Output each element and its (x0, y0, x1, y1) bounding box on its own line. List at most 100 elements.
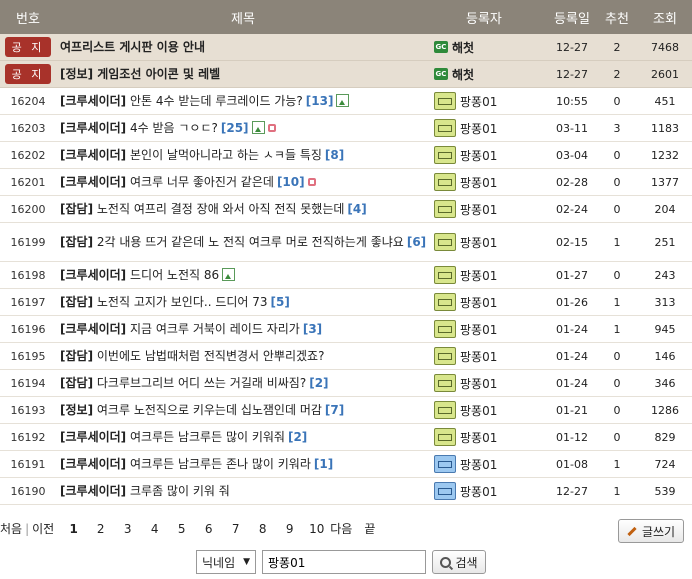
post-title-cell[interactable]: [크루세이더] 여크루든 남크루든 존나 많이 키워라 [1] (56, 456, 430, 472)
post-title[interactable]: 4수 받음 ㄱㅇㄷ? (130, 121, 218, 135)
author-name[interactable]: 팡퐁01 (460, 174, 497, 191)
comment-count[interactable]: [3] (303, 322, 322, 336)
post-title-cell[interactable]: [잡담] 2각 내용 뜨거 같은데 노 전직 여크루 머로 전직하는게 좋냐요[… (56, 234, 430, 250)
post-title-cell[interactable]: [크루세이더] 안톤 4수 받는데 루크레이드 가능? [13] (56, 93, 430, 109)
image-attached-icon (222, 268, 236, 281)
author-name[interactable]: 팡퐁01 (460, 93, 497, 110)
comment-count[interactable]: [7] (325, 403, 344, 417)
col-date: 등록일 (554, 11, 590, 27)
post-title[interactable]: 안톤 4수 받는데 루크레이드 가능? (130, 94, 303, 108)
author-name[interactable]: 팡퐁01 (460, 120, 497, 137)
post-date: 03-04 (556, 148, 588, 162)
author-name[interactable]: 팡퐁01 (460, 429, 497, 446)
table-row: 16196 [크루세이더] 지금 여크루 거북이 레이드 자리가 [3] 팡퐁01 01… (0, 316, 692, 343)
comment-count[interactable]: [2] (309, 376, 328, 390)
page-first[interactable]: 처음 (0, 520, 22, 537)
notice-title[interactable]: [정보] 게임조선 아이콘 및 레벨 (56, 66, 430, 82)
post-title-cell[interactable]: [크루세이더] 여크루든 남크루든 많이 키워줘 [2] (56, 429, 430, 445)
post-number: 16199 (10, 235, 46, 249)
post-title-cell[interactable]: [크루세이더] 크루좀 많이 키워 줘 (56, 483, 430, 499)
view-count: 829 (654, 430, 676, 444)
post-title[interactable]: 이번에도 남법때처럼 전직변경서 안뿌리겠죠? (97, 349, 325, 363)
page-number[interactable]: 7 (222, 522, 249, 536)
page-number[interactable]: 3 (114, 522, 141, 536)
page-prev[interactable]: 이전 (32, 520, 54, 537)
col-author: 등록자 (466, 11, 502, 27)
page-next[interactable]: 다음 (330, 520, 352, 537)
author-name[interactable]: 팡퐁01 (460, 483, 497, 500)
post-title-cell[interactable]: [잡담] 노전직 여프리 결정 장애 와서 아직 전직 못했는데 [4] (56, 201, 430, 217)
author-name[interactable]: 팡퐁01 (460, 402, 497, 419)
author-name[interactable]: 팡퐁01 (460, 456, 497, 473)
comment-count[interactable]: [5] (271, 295, 290, 309)
post-title[interactable]: 노전직 고지가 보인다.. 드디어 73 (97, 295, 268, 309)
post-date: 01-24 (556, 322, 588, 336)
post-title[interactable]: 2각 내용 뜨거 같은데 노 전직 여크루 머로 전직하는게 좋냐요 (97, 235, 404, 249)
post-title-cell[interactable]: [정보] 여크루 노전직으로 키우는데 십노잼인데 머감 [7] (56, 402, 430, 418)
author-name[interactable]: 팡퐁01 (460, 375, 497, 392)
post-title[interactable]: 지금 여크루 거북이 레이드 자리가 (130, 322, 300, 336)
write-button[interactable]: 글쓰기 (618, 519, 684, 543)
post-title-cell[interactable]: [크루세이더] 본인이 날먹아니라고 하는 ㅅㅋ들 특징 [8] (56, 147, 430, 163)
post-title[interactable]: 노전직 여프리 결정 장애 와서 아직 전직 못했는데 (97, 202, 345, 216)
recommend-count: 2 (613, 40, 621, 54)
search-type-select[interactable]: 닉네임 ▼ (196, 550, 256, 574)
author-name[interactable]: 팡퐁01 (460, 348, 497, 365)
comment-count[interactable]: [2] (288, 430, 307, 444)
search-bar: 닉네임 ▼ 검색 (196, 550, 486, 574)
author-name[interactable]: 팡퐁01 (460, 201, 497, 218)
post-title-cell[interactable]: [크루세이더] 4수 받음 ㄱㅇㄷ? [25] (56, 120, 430, 136)
recommend-count: 0 (613, 403, 621, 417)
table-row: 16190 [크루세이더] 크루좀 많이 키워 줘 팡퐁01 12-27 1 539 (0, 478, 692, 505)
post-title-cell[interactable]: [크루세이더] 지금 여크루 거북이 레이드 자리가 [3] (56, 321, 430, 337)
view-count: 539 (654, 484, 676, 498)
comment-count[interactable]: [4] (347, 202, 366, 216)
notice-title[interactable]: 여프리스트 게시판 이용 안내 (56, 39, 430, 55)
post-title[interactable]: 여크루든 남크루든 존나 많이 키워라 (130, 457, 311, 471)
post-title-cell[interactable]: [크루세이더] 드디어 노전직 86 (56, 267, 430, 283)
page-number[interactable]: 4 (141, 522, 168, 536)
post-title[interactable]: 크루좀 많이 키워 줘 (130, 484, 230, 498)
post-title-cell[interactable]: [잡담] 다크루브그리브 어디 쓰는 거길래 비싸짐? [2] (56, 375, 430, 391)
post-title[interactable]: 본인이 날먹아니라고 하는 ㅅㅋ들 특징 (130, 148, 322, 162)
page-number[interactable]: 9 (276, 522, 303, 536)
search-input[interactable] (262, 550, 426, 574)
page-number[interactable]: 2 (87, 522, 114, 536)
author-name[interactable]: 팡퐁01 (460, 294, 497, 311)
author-name[interactable]: 팡퐁01 (460, 321, 497, 338)
post-title[interactable]: 드디어 노전직 86 (130, 268, 219, 282)
post-title-cell[interactable]: [크루세이더] 여크루 너무 좋아진거 같은데 [10] (56, 174, 430, 190)
author-cell: 팡퐁01 (430, 200, 548, 218)
post-category: [크루세이더] (60, 94, 127, 108)
author-name[interactable]: 해첫 (452, 66, 474, 83)
view-count: 451 (654, 94, 676, 108)
search-button[interactable]: 검색 (432, 550, 486, 574)
comment-count[interactable]: [8] (325, 148, 344, 162)
post-category: [잡담] (60, 202, 94, 216)
author-name[interactable]: 팡퐁01 (460, 147, 497, 164)
comment-count[interactable]: [13] (306, 94, 334, 108)
post-title-cell[interactable]: [잡담] 이번에도 남법때처럼 전직변경서 안뿌리겠죠? (56, 348, 430, 364)
comment-count[interactable]: [10] (277, 175, 305, 189)
comment-count[interactable]: [25] (221, 121, 249, 135)
page-number[interactable]: 6 (195, 522, 222, 536)
post-number: 16201 (10, 175, 46, 189)
page-last[interactable]: 끝 (364, 520, 375, 537)
post-title[interactable]: 여크루 노전직으로 키우는데 십노잼인데 머감 (97, 403, 322, 417)
page-number[interactable]: 5 (168, 522, 195, 536)
author-name[interactable]: 해첫 (452, 39, 474, 56)
page-number[interactable]: 1 (60, 522, 87, 536)
pencil-icon (627, 526, 637, 536)
post-title[interactable]: 여크루든 남크루든 많이 키워줘 (130, 430, 285, 444)
page-number[interactable]: 10 (303, 522, 330, 536)
author-name[interactable]: 팡퐁01 (460, 267, 497, 284)
comment-count[interactable]: [6] (407, 235, 426, 249)
post-title-cell[interactable]: [잡담] 노전직 고지가 보인다.. 드디어 73 [5] (56, 294, 430, 310)
author-name[interactable]: 팡퐁01 (460, 234, 497, 251)
post-title[interactable]: 여크루 너무 좋아진거 같은데 (130, 175, 274, 189)
page-number[interactable]: 8 (249, 522, 276, 536)
post-title[interactable]: 다크루브그리브 어디 쓰는 거길래 비싸짐? (97, 376, 306, 390)
comment-count[interactable]: [1] (314, 457, 333, 471)
post-date: 02-28 (556, 175, 588, 189)
view-count: 313 (654, 295, 676, 309)
